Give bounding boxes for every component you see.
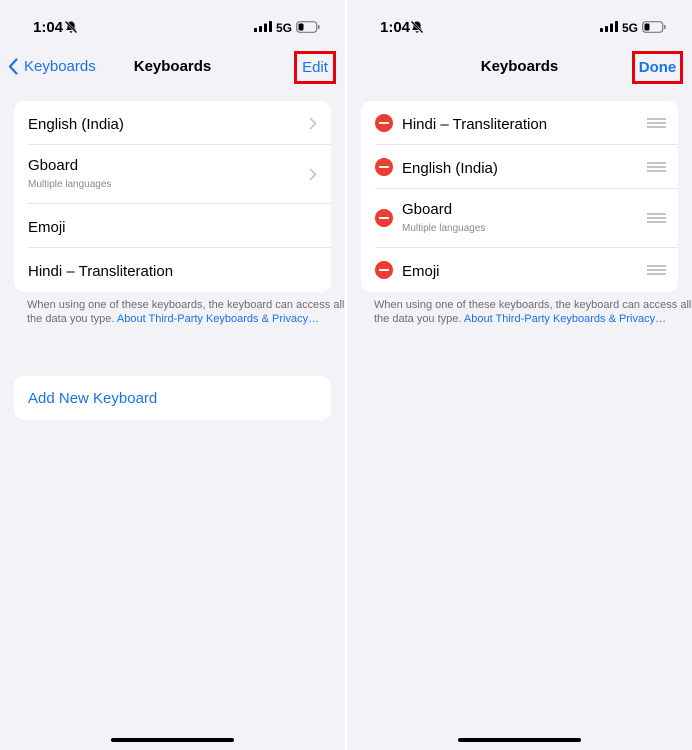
keyboard-label: English (India): [28, 116, 124, 133]
home-indicator[interactable]: [458, 738, 581, 742]
keyboard-label: Emoji: [28, 219, 66, 236]
privacy-link[interactable]: About Third-Party Keyboards & Privacy…: [117, 313, 319, 325]
delete-icon[interactable]: [375, 261, 393, 279]
status-time: 1:04: [380, 19, 411, 36]
reorder-handle-icon[interactable]: [647, 213, 666, 223]
keyboard-label: Gboard: [402, 201, 453, 218]
reorder-handle-icon[interactable]: [647, 265, 666, 275]
privacy-note: When using one of these keyboards, the k…: [27, 298, 345, 326]
delete-icon[interactable]: [375, 158, 393, 176]
privacy-note: When using one of these keyboards, the k…: [374, 298, 692, 326]
keyboard-label: English (India): [402, 160, 498, 177]
keyboard-row-gboard: Gboard Multiple languages: [375, 189, 678, 248]
reorder-handle-icon[interactable]: [647, 162, 666, 172]
signal-icon: [254, 21, 272, 32]
chevron-right-icon: [309, 117, 317, 130]
battery-icon: [642, 21, 666, 33]
keyboard-sublabel: Multiple languages: [28, 179, 112, 190]
keyboard-label: Hindi – Transliteration: [28, 263, 174, 280]
keyboard-label: Gboard: [28, 157, 79, 174]
edit-button[interactable]: Edit: [294, 51, 336, 84]
keyboard-row-english: English (India): [375, 145, 678, 189]
delete-icon[interactable]: [375, 114, 393, 132]
keyboard-list-editing: Hindi – Transliteration English (India) …: [361, 101, 678, 292]
home-indicator[interactable]: [111, 738, 234, 742]
keyboard-row-hindi[interactable]: Hindi – Transliteration: [28, 248, 331, 292]
bell-muted-icon: [64, 20, 78, 34]
bell-muted-icon: [410, 20, 424, 34]
keyboard-row-gboard[interactable]: Gboard Multiple languages: [28, 145, 331, 204]
keyboard-row-emoji: Emoji: [375, 248, 678, 292]
keyboard-row-emoji[interactable]: Emoji: [28, 204, 331, 248]
done-button[interactable]: Done: [632, 51, 683, 84]
battery-icon: [296, 21, 320, 33]
keyboard-label: Emoji: [402, 263, 440, 280]
add-new-keyboard-button[interactable]: Add New Keyboard: [14, 376, 331, 420]
keyboard-sublabel: Multiple languages: [402, 223, 486, 234]
keyboards-screen-editing: 1:04 5G Keyboards Done Hindi – Translite…: [347, 0, 692, 750]
keyboard-row-hindi: Hindi – Transliteration: [375, 101, 678, 145]
status-time: 1:04: [33, 19, 64, 36]
add-new-keyboard-label: Add New Keyboard: [28, 390, 158, 407]
keyboards-screen-normal: 1:04 5G Keyboards Keyboards Edit English…: [0, 0, 345, 750]
reorder-handle-icon[interactable]: [647, 118, 666, 128]
privacy-link[interactable]: About Third-Party Keyboards & Privacy…: [464, 313, 666, 325]
keyboard-row-english[interactable]: English (India): [28, 101, 331, 145]
chevron-right-icon: [309, 168, 317, 181]
delete-icon[interactable]: [375, 209, 393, 227]
keyboard-label: Hindi – Transliteration: [402, 116, 548, 133]
network-type: 5G: [276, 21, 293, 35]
signal-icon: [600, 21, 618, 32]
network-type: 5G: [622, 21, 639, 35]
keyboard-list: English (India) Gboard Multiple language…: [14, 101, 331, 292]
